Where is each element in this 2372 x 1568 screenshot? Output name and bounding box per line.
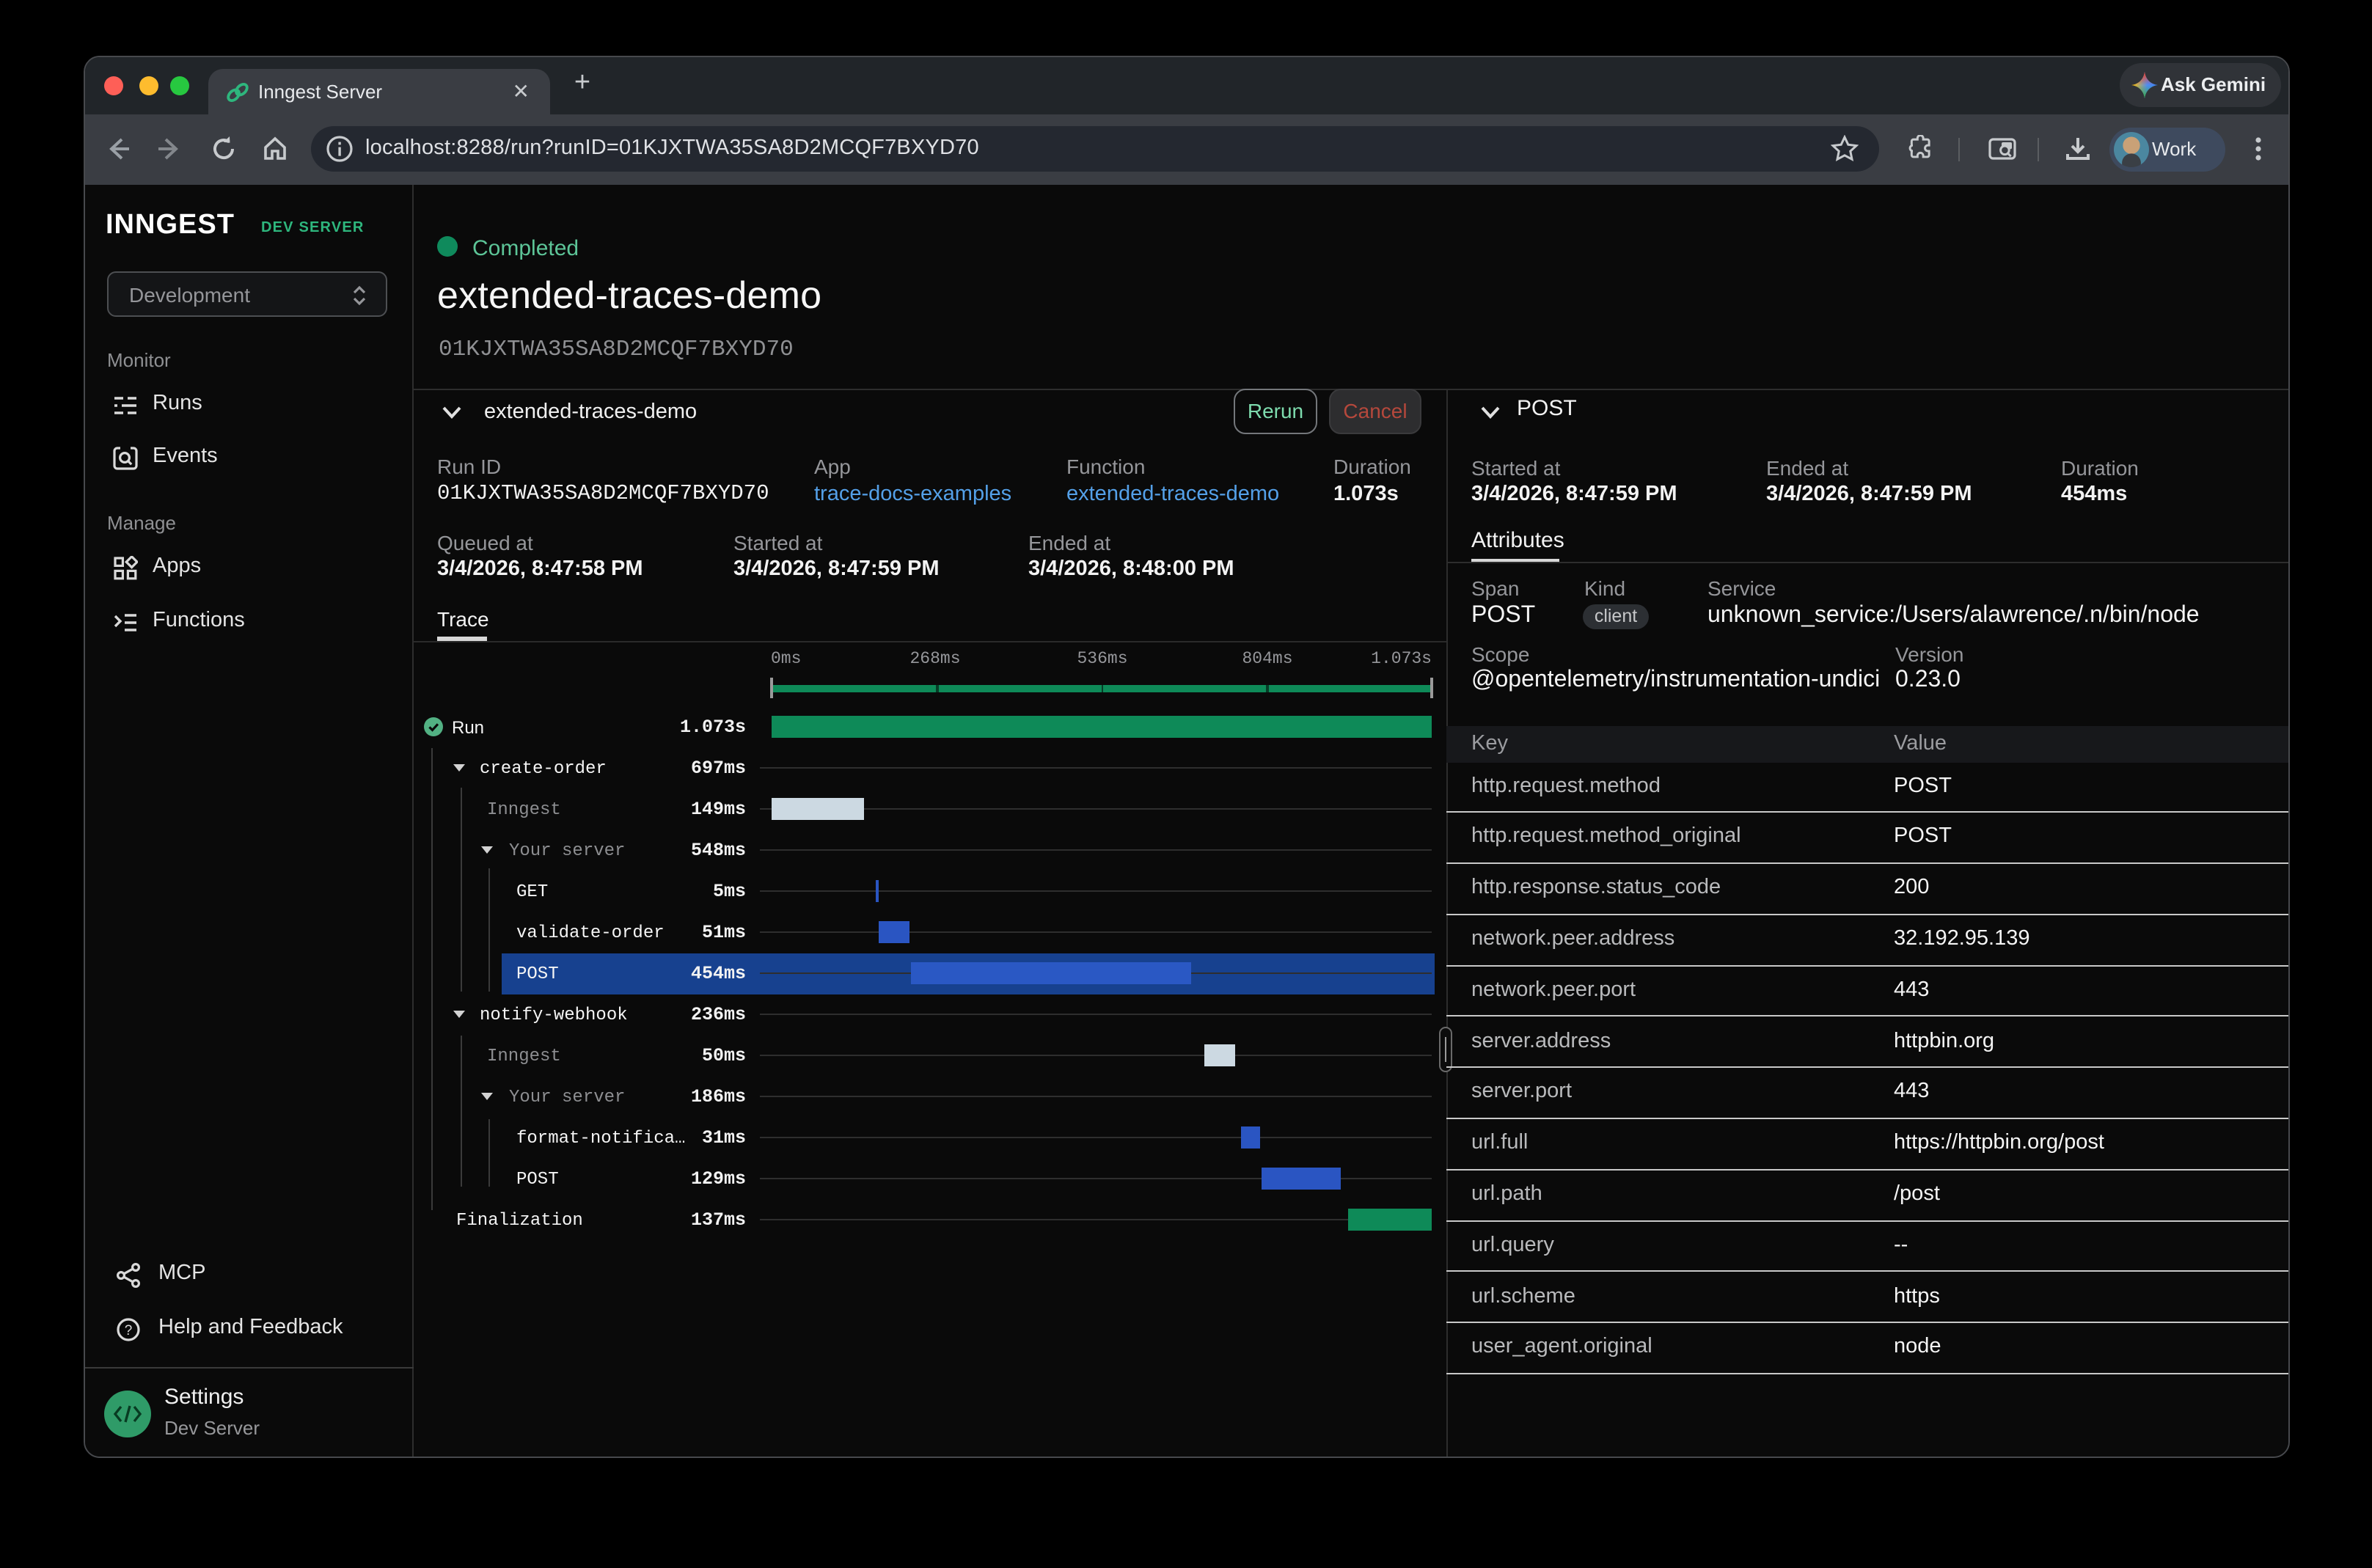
svg-text:?: ? — [125, 1323, 133, 1338]
